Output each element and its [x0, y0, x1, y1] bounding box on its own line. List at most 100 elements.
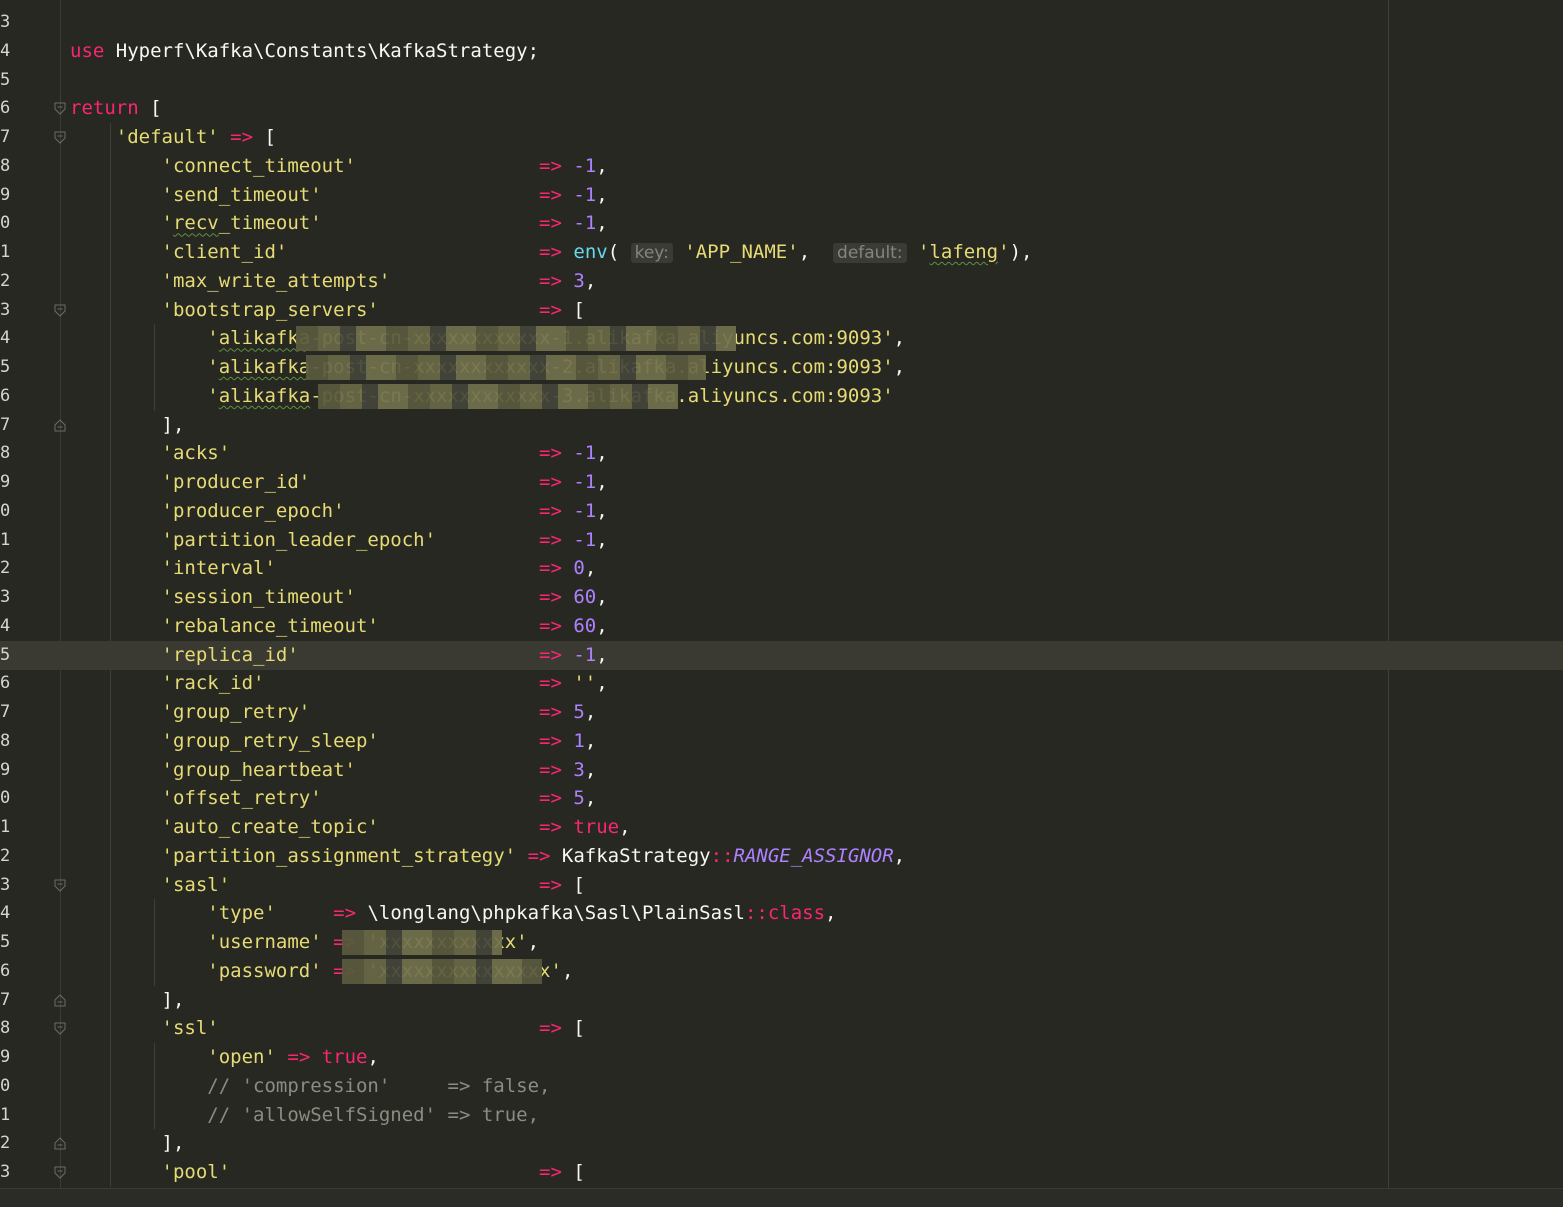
code-line[interactable]: 9 'send_timeout' => -1,	[0, 181, 1563, 210]
code-content[interactable]: 'partition_assignment_strategy' => Kafka…	[70, 842, 906, 871]
code-line[interactable]: 0 // 'compression' => false,	[0, 1072, 1563, 1101]
code-content[interactable]: 'offset_retry' => 5,	[70, 784, 597, 813]
code-content[interactable]: 'connect_timeout' => -1,	[70, 152, 608, 181]
code-content[interactable]: 'default' => [	[70, 123, 276, 152]
code-line[interactable]: 7 'default' => [	[0, 123, 1563, 152]
fold-open-icon[interactable]	[54, 102, 66, 115]
code-content[interactable]: use Hyperf\Kafka\Constants\KafkaStrategy…	[70, 37, 539, 66]
code-content[interactable]: // 'allowSelfSigned' => true,	[70, 1101, 539, 1130]
code-content[interactable]: 'pool' => [	[70, 1158, 585, 1187]
code-token: lafeng	[929, 241, 999, 263]
code-line[interactable]: 2 'interval' => 0,	[0, 554, 1563, 583]
code-line[interactable]: 8 'connect_timeout' => -1,	[0, 152, 1563, 181]
code-line[interactable]: 0 'producer_epoch' => -1,	[0, 497, 1563, 526]
code-content[interactable]: 'rack_id' => '',	[70, 669, 608, 698]
code-content[interactable]: 'producer_id' => -1,	[70, 468, 608, 497]
code-line[interactable]: 8 'acks' => -1,	[0, 439, 1563, 468]
code-content[interactable]: 'partition_leader_epoch' => -1,	[70, 526, 608, 555]
code-content[interactable]: 'group_heartbeat' => 3,	[70, 756, 597, 785]
code-line[interactable]: 4 use Hyperf\Kafka\Constants\KafkaStrateg…	[0, 37, 1563, 66]
fold-open-icon[interactable]	[54, 1022, 66, 1035]
code-line[interactable]: 1 'client_id' => env( key: 'APP_NAME', d…	[0, 238, 1563, 267]
code-line[interactable]: 1 // 'allowSelfSigned' => true,	[0, 1101, 1563, 1130]
code-content[interactable]: ],	[70, 1129, 185, 1158]
code-line[interactable]: 2 'max_write_attempts' => 3,	[0, 267, 1563, 296]
horizontal-scrollbar[interactable]	[0, 1188, 1563, 1207]
code-line[interactable]: 9 'group_heartbeat' => 3,	[0, 756, 1563, 785]
code-line[interactable]: 2 'partition_assignment_strategy' => Kaf…	[0, 842, 1563, 871]
code-line[interactable]: 6 return [	[0, 94, 1563, 123]
code-editor[interactable]: 3 4 use Hyperf\Kafka\Constants\KafkaStrate…	[0, 0, 1563, 1188]
code-line[interactable]: 7 ],	[0, 411, 1563, 440]
code-content[interactable]: 'replica_id' => -1,	[70, 641, 608, 670]
code-line[interactable]: 1 'auto_create_topic' => true,	[0, 813, 1563, 842]
code-token: -1	[573, 183, 597, 206]
code-line[interactable]: 8 'ssl' => [	[0, 1014, 1563, 1043]
code-line[interactable]: 8 'group_retry_sleep' => 1,	[0, 727, 1563, 756]
code-content[interactable]: 'type' => \longlang\phpkafka\Sasl\PlainS…	[70, 899, 836, 928]
code-content[interactable]: 'group_retry' => 5,	[70, 698, 597, 727]
code-content[interactable]: 'session_timeout' => 60,	[70, 583, 608, 612]
code-content[interactable]: 'client_id' => env( key: 'APP_NAME', def…	[70, 238, 1032, 268]
code-content[interactable]: ],	[70, 986, 185, 1015]
code-content[interactable]: 'ssl' => [	[70, 1014, 585, 1043]
fold-close-icon[interactable]	[54, 993, 66, 1007]
fold-open-icon[interactable]	[54, 879, 66, 892]
code-token: 'partition_assignment_strategy'	[161, 844, 517, 867]
code-line[interactable]: 4 'rebalance_timeout' => 60,	[0, 612, 1563, 641]
fold-open-icon[interactable]	[54, 304, 66, 317]
code-content[interactable]: 'acks' => -1,	[70, 439, 608, 468]
fold-close-icon[interactable]	[54, 1137, 66, 1150]
code-content[interactable]: 'auto_create_topic' => true,	[70, 813, 631, 842]
code-line[interactable]: 7 'group_retry' => 5,	[0, 698, 1563, 727]
code-line[interactable]: 0 'offset_retry' => 5,	[0, 784, 1563, 813]
code-line[interactable]: 6 'password' => 'xxxxxxxxxxxxxxx',	[0, 957, 1563, 986]
code-token: ,	[893, 356, 906, 378]
code-token: =>	[230, 126, 254, 148]
code-content[interactable]: 'producer_epoch' => -1,	[70, 497, 608, 526]
line-number: 6	[0, 673, 11, 694]
code-content[interactable]: 'sasl' => [	[70, 871, 585, 900]
code-content[interactable]: 'open' => true,	[70, 1043, 379, 1072]
code-token: =>	[333, 902, 357, 925]
code-line[interactable]: 6 'alikafka-post-cn-xxxxxxxxxxxx-3.alika…	[0, 382, 1563, 411]
code-content[interactable]: 'max_write_attempts' => 3,	[70, 267, 597, 296]
code-content[interactable]: 'rebalance_timeout' => 60,	[70, 612, 608, 641]
code-content[interactable]: 'recv_timeout' => -1,	[70, 209, 608, 238]
code-content[interactable]: 'send_timeout' => -1,	[70, 181, 608, 210]
code-line[interactable]: 4 'type' => \longlang\phpkafka\Sasl\Plai…	[0, 899, 1563, 928]
code-token: class	[767, 902, 826, 925]
code-line[interactable]: 5 'alikafka-post-cn-xxxxxxxxxxxx-2.alika…	[0, 353, 1563, 382]
code-line[interactable]: 3 'pool' => [	[0, 1158, 1563, 1187]
code-content[interactable]: ],	[70, 411, 185, 440]
code-token: 60	[573, 614, 597, 637]
code-content[interactable]: // 'compression' => false,	[70, 1072, 550, 1101]
code-content[interactable]: 'bootstrap_servers' => [	[70, 296, 585, 325]
code-line[interactable]: 6 'rack_id' => '',	[0, 669, 1563, 698]
code-line[interactable]: 5 'username' => 'xxxxxxxxxxxx',	[0, 928, 1563, 957]
code-content[interactable]: 'group_retry_sleep' => 1,	[70, 727, 597, 756]
line-number: 6	[0, 960, 11, 981]
code-content[interactable]: return [	[70, 94, 162, 123]
code-line[interactable]: 2 ],	[0, 1129, 1563, 1158]
code-line[interactable]: 3 'bootstrap_servers' => [	[0, 296, 1563, 325]
code-line[interactable]: 9 'producer_id' => -1,	[0, 468, 1563, 497]
code-line[interactable]: 1 'partition_leader_epoch' => -1,	[0, 526, 1563, 555]
code-content[interactable]: 'interval' => 0,	[70, 554, 597, 583]
fold-close-icon[interactable]	[54, 418, 66, 432]
code-line[interactable]: 3 'sasl' => [	[0, 871, 1563, 900]
code-line[interactable]: 5	[0, 66, 1563, 95]
fold-open-icon[interactable]	[54, 131, 66, 144]
code-line[interactable]: 7 ],	[0, 986, 1563, 1015]
code-line[interactable]: 5 'replica_id' => -1,	[0, 640, 1563, 670]
code-line[interactable]: 3 'session_timeout' => 60,	[0, 583, 1563, 612]
code-line[interactable]: 0 'recv_timeout' => -1,	[0, 209, 1563, 238]
code-line[interactable]: 4 'alikafka-post-cn-xxxxxxxxxxxx-1.alika…	[0, 324, 1563, 353]
code-line[interactable]: 3	[0, 8, 1563, 37]
code-line[interactable]: 9 'open' => true,	[0, 1043, 1563, 1072]
fold-open-icon[interactable]	[54, 1166, 66, 1179]
